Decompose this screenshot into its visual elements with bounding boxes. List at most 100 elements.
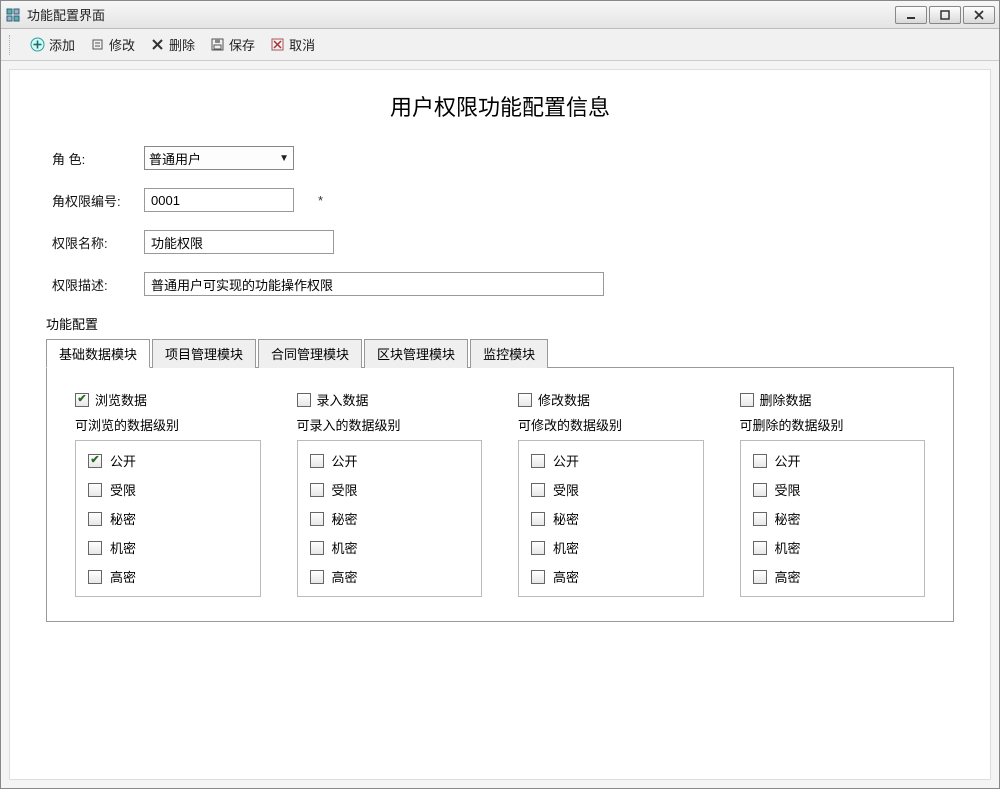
level-item[interactable]: 机密 <box>88 538 248 557</box>
checkbox[interactable] <box>310 570 324 584</box>
level-item[interactable]: 高密 <box>88 567 248 586</box>
checkbox[interactable] <box>531 512 545 526</box>
level-item[interactable]: 机密 <box>531 538 691 557</box>
level-label: 公开 <box>775 451 801 470</box>
checkbox[interactable] <box>88 570 102 584</box>
level-item[interactable]: 高密 <box>310 567 470 586</box>
save-button[interactable]: 保存 <box>209 35 255 54</box>
level-box: 公开受限秘密机密高密 <box>297 440 483 597</box>
checkbox[interactable] <box>310 512 324 526</box>
column-main-label: 修改数据 <box>538 390 590 409</box>
level-label: 机密 <box>553 538 579 557</box>
level-item[interactable]: 受限 <box>310 480 470 499</box>
checkbox[interactable] <box>88 512 102 526</box>
level-label: 公开 <box>332 451 358 470</box>
perm-name-label: 权限名称: <box>52 233 144 252</box>
edit-button[interactable]: 修改 <box>89 35 135 54</box>
level-item[interactable]: 机密 <box>753 538 913 557</box>
level-item[interactable]: 秘密 <box>310 509 470 528</box>
perm-name-input[interactable] <box>144 230 334 254</box>
level-label: 受限 <box>553 480 579 499</box>
level-item[interactable]: 秘密 <box>531 509 691 528</box>
level-label: 机密 <box>110 538 136 557</box>
toolbar-label: 取消 <box>289 35 315 54</box>
checkbox[interactable] <box>753 541 767 555</box>
tab-2[interactable]: 合同管理模块 <box>258 339 362 368</box>
level-item[interactable]: 秘密 <box>753 509 913 528</box>
level-box: 公开受限秘密机密高密 <box>740 440 926 597</box>
checkbox[interactable] <box>88 454 102 468</box>
column-main-checkbox-row[interactable]: 修改数据 <box>518 390 704 409</box>
row-perm-desc: 权限描述: <box>52 272 972 296</box>
level-label: 秘密 <box>110 509 136 528</box>
checkbox[interactable] <box>518 393 532 407</box>
minimize-button[interactable] <box>895 6 927 24</box>
checkbox[interactable] <box>531 541 545 555</box>
level-item[interactable]: 受限 <box>531 480 691 499</box>
delete-button[interactable]: 删除 <box>149 35 195 54</box>
page-title: 用户权限功能配置信息 <box>28 90 972 122</box>
checkbox[interactable] <box>310 483 324 497</box>
tab-3[interactable]: 区块管理模块 <box>364 339 468 368</box>
add-button[interactable]: 添加 <box>29 35 75 54</box>
tab-0[interactable]: 基础数据模块 <box>46 339 150 368</box>
level-item[interactable]: 高密 <box>753 567 913 586</box>
tab-4[interactable]: 监控模块 <box>470 339 548 368</box>
checkbox[interactable] <box>310 541 324 555</box>
role-select[interactable]: 普通用户 ▼ <box>144 146 294 170</box>
checkbox[interactable] <box>740 393 754 407</box>
level-item[interactable]: 受限 <box>753 480 913 499</box>
chevron-down-icon: ▼ <box>279 153 289 164</box>
perm-id-input[interactable] <box>144 188 294 212</box>
level-item[interactable]: 公开 <box>310 451 470 470</box>
column-sub-label: 可删除的数据级别 <box>740 415 926 434</box>
level-label: 机密 <box>332 538 358 557</box>
titlebar: 功能配置界面 <box>1 1 999 29</box>
tab-1[interactable]: 项目管理模块 <box>152 339 256 368</box>
checkbox[interactable] <box>753 512 767 526</box>
checkbox[interactable] <box>88 541 102 555</box>
column-sub-label: 可浏览的数据级别 <box>75 415 261 434</box>
checkbox[interactable] <box>310 454 324 468</box>
toolbar-label: 添加 <box>49 35 75 54</box>
close-button[interactable] <box>963 6 995 24</box>
level-item[interactable]: 公开 <box>88 451 248 470</box>
level-label: 高密 <box>775 567 801 586</box>
checkbox[interactable] <box>753 483 767 497</box>
checkbox[interactable] <box>531 454 545 468</box>
level-item[interactable]: 公开 <box>531 451 691 470</box>
main-panel: 用户权限功能配置信息 角 色: 普通用户 ▼ 角权限编号: * 权限名称: 权限… <box>9 69 991 780</box>
level-item[interactable]: 秘密 <box>88 509 248 528</box>
checkbox[interactable] <box>297 393 311 407</box>
toolbar-label: 保存 <box>229 35 255 54</box>
level-item[interactable]: 高密 <box>531 567 691 586</box>
row-perm-name: 权限名称: <box>52 230 972 254</box>
required-mark: * <box>318 193 323 208</box>
permission-column-3: 删除数据可删除的数据级别公开受限秘密机密高密 <box>740 390 926 597</box>
column-main-checkbox-row[interactable]: 浏览数据 <box>75 390 261 409</box>
column-main-label: 浏览数据 <box>95 390 147 409</box>
checkbox[interactable] <box>531 483 545 497</box>
cancel-button[interactable]: 取消 <box>269 35 315 54</box>
column-main-checkbox-row[interactable]: 删除数据 <box>740 390 926 409</box>
cancel-icon <box>269 37 285 53</box>
tabstrip: 基础数据模块项目管理模块合同管理模块区块管理模块监控模块 <box>46 339 954 368</box>
checkbox[interactable] <box>88 483 102 497</box>
column-main-label: 录入数据 <box>317 390 369 409</box>
checkbox[interactable] <box>75 393 89 407</box>
checkbox[interactable] <box>753 454 767 468</box>
checkbox[interactable] <box>531 570 545 584</box>
maximize-button[interactable] <box>929 6 961 24</box>
level-label: 秘密 <box>775 509 801 528</box>
column-main-checkbox-row[interactable]: 录入数据 <box>297 390 483 409</box>
column-sub-label: 可修改的数据级别 <box>518 415 704 434</box>
perm-desc-input[interactable] <box>144 272 604 296</box>
level-item[interactable]: 机密 <box>310 538 470 557</box>
level-item[interactable]: 公开 <box>753 451 913 470</box>
checkbox[interactable] <box>753 570 767 584</box>
config-groupbox: 功能配置 基础数据模块项目管理模块合同管理模块区块管理模块监控模块 浏览数据可浏… <box>46 314 954 622</box>
role-select-value: 普通用户 <box>149 149 201 168</box>
level-item[interactable]: 受限 <box>88 480 248 499</box>
toolbar: 添加 修改 删除 保存 取消 <box>1 29 999 61</box>
tab-panel-basic-data: 浏览数据可浏览的数据级别公开受限秘密机密高密录入数据可录入的数据级别公开受限秘密… <box>46 368 954 622</box>
